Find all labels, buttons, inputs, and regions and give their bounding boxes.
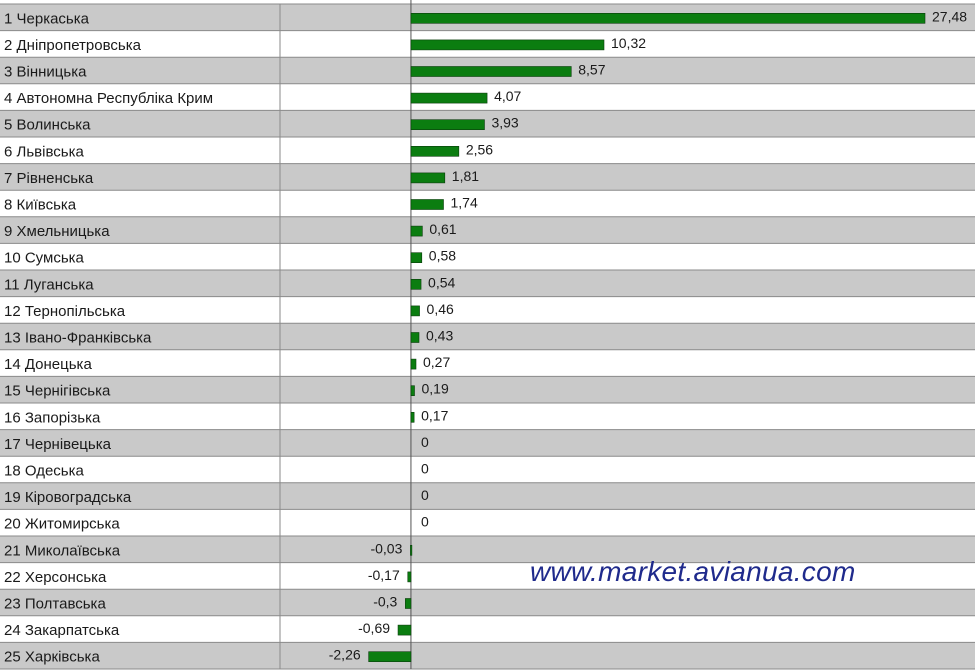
bar (410, 385, 415, 397)
row-background (0, 216, 975, 244)
category-label: 24 Закарпатська (4, 622, 120, 639)
row-background (0, 456, 975, 483)
category-label: 6 Львівська (4, 143, 84, 160)
category-label: 12 Тернопільська (4, 303, 126, 320)
row-background (0, 296, 975, 324)
bar-value-label: 0,54 (428, 274, 455, 290)
bar-value-label: -0,03 (370, 540, 402, 556)
category-label: 1 Черкаська (4, 10, 90, 27)
category-label: 17 Чернівецька (4, 436, 112, 453)
bar-value-label: -2,26 (329, 647, 361, 663)
category-label: 5 Волинська (4, 117, 91, 134)
watermark-url: www.market.avianua.com (530, 556, 856, 587)
row-background (0, 482, 975, 510)
bar (410, 544, 413, 556)
bar-value-label: 0,43 (426, 328, 453, 344)
category-label: 7 Рівненська (4, 170, 94, 187)
row-background (0, 243, 975, 270)
category-label: 9 Хмельницька (4, 223, 110, 240)
row-background (0, 376, 975, 403)
bar-value-label: -0,3 (373, 594, 397, 610)
row-background (0, 349, 975, 377)
row-background (0, 403, 975, 430)
category-label: 8 Київська (4, 197, 77, 214)
bar (410, 92, 488, 104)
category-label: 25 Харківська (4, 649, 100, 666)
category-label: 13 Івано-Франківська (4, 330, 152, 347)
bar (410, 411, 415, 423)
bar-value-label: 0 (421, 461, 429, 477)
bar (397, 624, 412, 636)
category-label: 23 Полтавська (4, 596, 106, 613)
row-background (0, 429, 975, 457)
bar (410, 332, 420, 343)
bar (405, 598, 412, 609)
bar (410, 39, 605, 51)
bar-value-label: -0,17 (368, 567, 400, 583)
bar-value-label: -0,69 (358, 620, 390, 636)
row-background (0, 642, 975, 669)
row-background (0, 163, 975, 191)
bar (410, 199, 444, 210)
bar-value-label: 10,32 (611, 35, 646, 51)
bar (410, 66, 572, 77)
bar (410, 119, 485, 130)
bar-value-label: 0 (421, 514, 429, 530)
category-label: 10 Сумська (4, 250, 85, 267)
bar (410, 172, 446, 184)
category-label: 3 Вінницька (4, 64, 87, 81)
bar (410, 252, 423, 263)
bar-value-label: 8,57 (578, 62, 605, 78)
bar (410, 225, 423, 237)
row-background (0, 615, 975, 643)
row-background (0, 190, 975, 217)
bar-value-label: 0,61 (429, 221, 456, 237)
bar-value-label: 3,93 (491, 115, 518, 131)
bar-value-label: 2,56 (466, 141, 493, 157)
bar (410, 146, 460, 157)
bar-value-label: 1,81 (452, 168, 479, 184)
row-background (0, 270, 975, 297)
category-label: 15 Чернігівська (4, 383, 111, 400)
bar (368, 651, 412, 663)
bar (410, 13, 926, 24)
bar-value-label: 0 (421, 434, 429, 450)
bar-value-label: 0,19 (421, 381, 448, 397)
category-label: 18 Одеська (4, 463, 84, 480)
category-label: 2 Дніпропетровська (4, 37, 142, 54)
bar-value-label: 0,46 (427, 301, 454, 317)
row-background (0, 589, 975, 616)
category-label: 22 Херсонська (4, 569, 107, 586)
bar-value-label: 0,27 (423, 354, 450, 370)
category-label: 21 Миколаївська (4, 542, 121, 559)
bar (410, 278, 422, 290)
bar-value-label: 0,58 (429, 248, 456, 264)
category-label: 20 Житомирська (4, 516, 120, 533)
category-label: 16 Запорізька (4, 409, 101, 426)
regional-bar-chart: 1 Черкаська 27,48 2 Дніпропетровська 10,32 3… (0, 0, 975, 670)
category-label: 4 Автономна Республіка Крим (4, 90, 213, 107)
row-background (0, 509, 975, 536)
category-label: 19 Кіровоградська (4, 489, 132, 506)
category-label: 14 Донецька (4, 356, 92, 373)
category-label: 11 Луганська (4, 276, 94, 293)
row-background (0, 110, 975, 137)
bar (410, 305, 420, 317)
bar-value-label: 0,17 (421, 407, 448, 423)
bar-value-label: 1,74 (450, 195, 477, 211)
bar (407, 571, 412, 583)
bar-value-label: 0 (421, 487, 429, 503)
bar-value-label: 27,48 (932, 8, 967, 24)
bar-value-label: 4,07 (494, 88, 521, 104)
bar (410, 358, 417, 370)
